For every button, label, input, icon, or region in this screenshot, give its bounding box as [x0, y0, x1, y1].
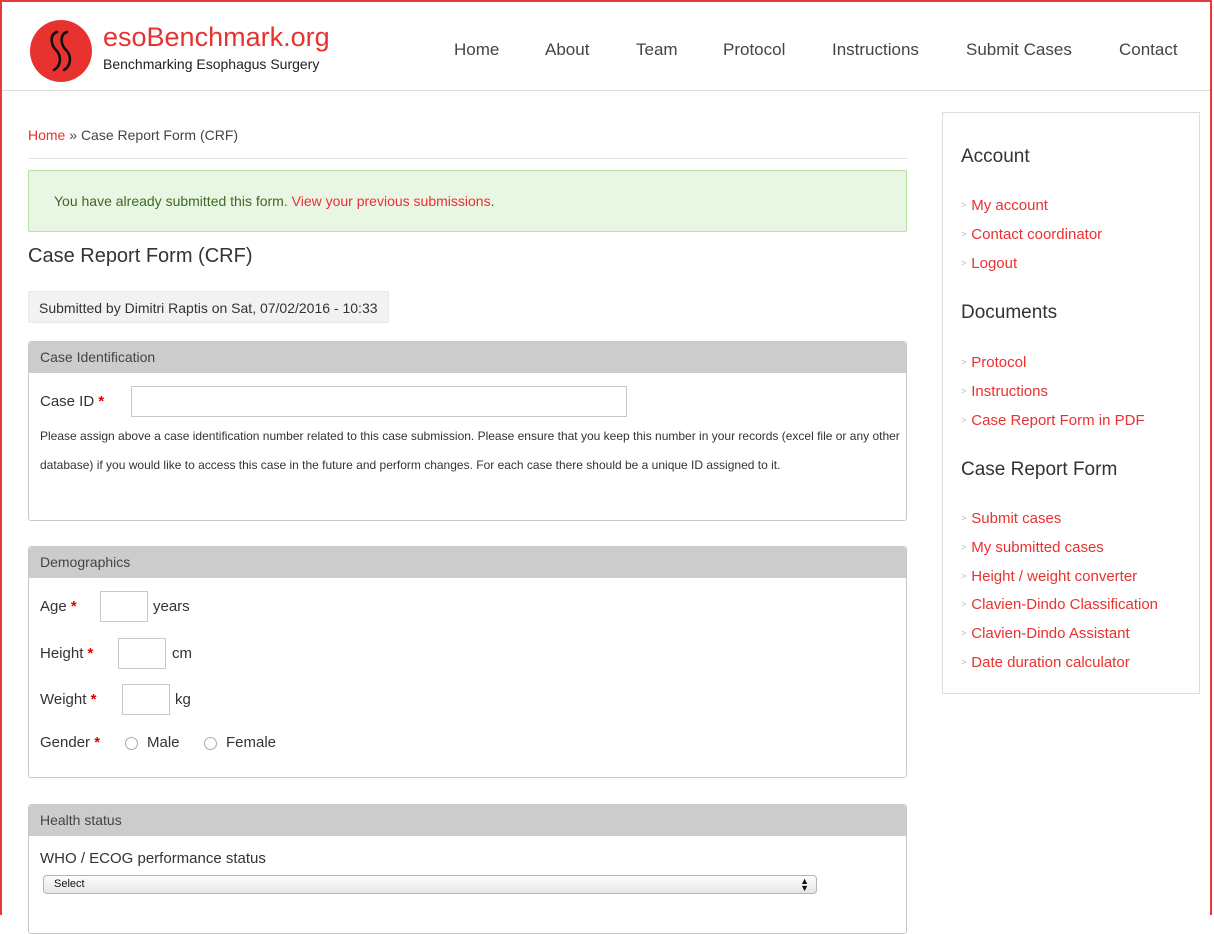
arrow-bullet-icon: > — [961, 357, 967, 367]
sidebar-link-clavien-dindo-classification[interactable]: > Clavien-Dindo Classification — [961, 596, 1158, 613]
demographics-legend[interactable]: Demographics — [29, 547, 906, 578]
age-input[interactable] — [100, 591, 148, 622]
nav-about[interactable]: About — [545, 40, 589, 60]
case-identification-legend[interactable]: Case Identification — [29, 342, 906, 373]
gender-male-label[interactable]: Male — [147, 734, 180, 751]
arrow-bullet-icon: > — [961, 571, 967, 581]
arrow-bullet-icon: > — [961, 258, 967, 268]
health-status-legend[interactable]: Health status — [29, 805, 906, 836]
arrow-bullet-icon: > — [961, 415, 967, 425]
height-unit: cm — [172, 645, 192, 662]
sidebar-link-my-account[interactable]: > My account — [961, 197, 1048, 214]
sidebar-link-label: Case Report Form in PDF — [971, 412, 1145, 429]
site-header: esoBenchmark.org Benchmarking Esophagus … — [2, 2, 1210, 91]
crf-block-title: Case Report Form — [961, 459, 1118, 480]
ecog-select[interactable]: Select ▲ ▼ — [43, 875, 817, 894]
nav-protocol[interactable]: Protocol — [723, 40, 785, 60]
sidebar: Account > My account > Contact coordinator… — [942, 112, 1200, 694]
sidebar-link-label: Submit cases — [971, 510, 1062, 527]
case-id-input[interactable] — [131, 386, 627, 417]
sidebar-link-my-submitted-cases[interactable]: > My submitted cases — [961, 539, 1104, 556]
documents-block-title: Documents — [961, 302, 1058, 323]
submitted-info: Submitted by Dimitri Raptis on Sat, 07/0… — [28, 291, 389, 323]
height-input[interactable] — [118, 638, 166, 669]
nav-submit-cases[interactable]: Submit Cases — [966, 40, 1072, 60]
weight-label: Weight * — [40, 691, 96, 708]
ecog-select-value: Select — [54, 878, 85, 890]
arrow-bullet-icon: > — [961, 513, 967, 523]
sidebar-link-crf-pdf[interactable]: > Case Report Form in PDF — [961, 412, 1145, 429]
gender-label: Gender * — [40, 734, 100, 751]
sidebar-link-label: My account — [971, 197, 1048, 214]
weight-label-text: Weight — [40, 691, 87, 708]
demographics-fieldset: Demographics Age * years Height * cm Wei… — [28, 546, 907, 778]
nav-team[interactable]: Team — [636, 40, 678, 60]
weight-unit: kg — [175, 691, 191, 708]
case-id-help-text: Please assign above a case identificatio… — [40, 429, 900, 472]
sidebar-link-label: My submitted cases — [971, 539, 1104, 556]
breadcrumb-divider — [28, 158, 908, 159]
gender-female-radio[interactable] — [204, 737, 217, 750]
gender-female-label[interactable]: Female — [226, 734, 276, 751]
status-message-text: You have already submitted this form. — [54, 193, 288, 209]
arrow-bullet-icon: > — [961, 386, 967, 396]
account-block-title: Account — [961, 146, 1030, 167]
age-label: Age * — [40, 598, 77, 615]
sidebar-link-contact-coordinator[interactable]: > Contact coordinator — [961, 226, 1102, 243]
nav-instructions[interactable]: Instructions — [832, 40, 919, 60]
weight-input[interactable] — [122, 684, 170, 715]
breadcrumb-home-link[interactable]: Home — [28, 127, 65, 143]
arrow-bullet-icon: > — [961, 599, 967, 609]
required-mark: * — [70, 598, 77, 615]
status-message: You have already submitted this form. Vi… — [28, 170, 907, 232]
gender-male-radio[interactable] — [125, 737, 138, 750]
age-label-text: Age — [40, 598, 67, 615]
sidebar-link-label: Logout — [971, 255, 1018, 272]
breadcrumb-current: Case Report Form (CRF) — [80, 127, 239, 143]
height-label-text: Height — [40, 645, 84, 662]
sidebar-link-label: Clavien-Dindo Classification — [971, 596, 1159, 613]
sidebar-link-logout[interactable]: > Logout — [961, 255, 1017, 272]
sidebar-link-label: Clavien-Dindo Assistant — [971, 625, 1130, 642]
required-mark: * — [94, 734, 101, 751]
arrow-bullet-icon: > — [961, 542, 967, 552]
select-arrows-icon: ▲ ▼ — [800, 876, 809, 893]
case-id-label: Case ID * — [40, 393, 104, 410]
previous-submissions-link[interactable]: View your previous submissions — [292, 193, 491, 209]
case-identification-fieldset: Case Identification Case ID * Please ass… — [28, 341, 907, 521]
breadcrumb-separator: » — [69, 127, 78, 143]
sidebar-link-height-weight-converter[interactable]: > Height / weight converter — [961, 568, 1137, 585]
sidebar-link-protocol[interactable]: > Protocol — [961, 354, 1026, 371]
required-mark: * — [90, 691, 97, 708]
arrow-bullet-icon: > — [961, 628, 967, 638]
required-mark: * — [87, 645, 94, 662]
sidebar-link-submit-cases[interactable]: > Submit cases — [961, 510, 1061, 527]
sidebar-link-label: Protocol — [971, 354, 1027, 371]
sidebar-link-clavien-dindo-assistant[interactable]: > Clavien-Dindo Assistant — [961, 625, 1130, 642]
gender-label-text: Gender — [40, 734, 91, 751]
ecog-label: WHO / ECOG performance status — [40, 850, 266, 867]
sidebar-link-label: Instructions — [971, 383, 1048, 400]
case-id-label-text: Case ID — [40, 393, 95, 410]
arrow-bullet-icon: > — [961, 657, 967, 667]
age-unit: years — [153, 598, 190, 615]
sidebar-link-date-duration-calculator[interactable]: > Date duration calculator — [961, 654, 1130, 671]
sidebar-link-label: Date duration calculator — [971, 654, 1130, 671]
breadcrumb: Home » Case Report Form (CRF) — [28, 127, 238, 143]
sidebar-link-label: Contact coordinator — [971, 226, 1103, 243]
sidebar-link-label: Height / weight converter — [971, 568, 1138, 585]
arrow-bullet-icon: > — [961, 200, 967, 210]
required-mark: * — [98, 393, 105, 410]
arrow-bullet-icon: > — [961, 229, 967, 239]
height-label: Height * — [40, 645, 93, 662]
status-message-suffix: . — [490, 193, 495, 209]
sidebar-link-instructions[interactable]: > Instructions — [961, 383, 1048, 400]
page-title: Case Report Form (CRF) — [28, 245, 253, 267]
main-nav: Home About Team Protocol Instructions Su… — [2, 40, 1210, 60]
nav-home[interactable]: Home — [454, 40, 499, 60]
nav-contact[interactable]: Contact — [1119, 40, 1178, 60]
